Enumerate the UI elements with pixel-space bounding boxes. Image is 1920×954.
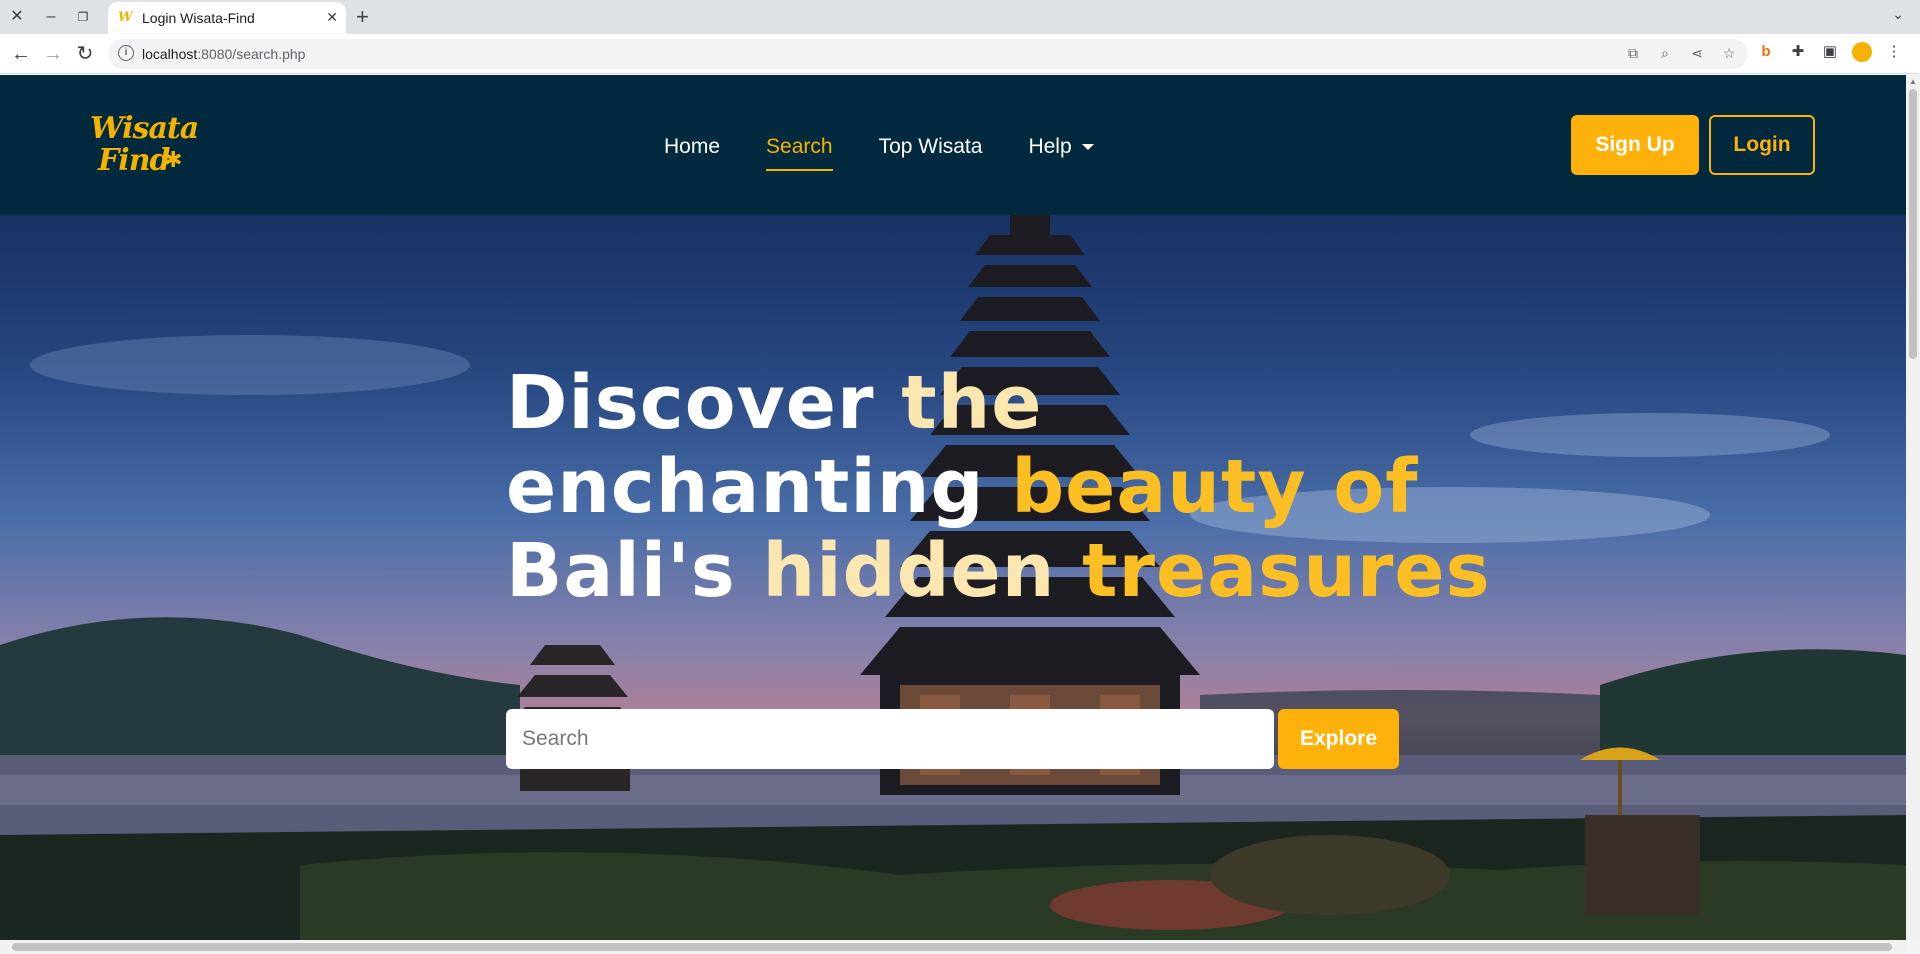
sidebar-icon[interactable]: ▣: [1820, 42, 1840, 62]
scroll-up-icon[interactable]: ▲: [1909, 77, 1917, 86]
back-icon[interactable]: ←: [9, 42, 33, 66]
hero-headline: Discover the enchanting beauty of Bali's…: [506, 360, 1491, 614]
browser-toolbar: ← → ↻ i localhost:8080/search.php ⧉ ⌕ ⋖ …: [0, 34, 1920, 74]
explore-button[interactable]: Explore: [1278, 709, 1399, 769]
puzzle-icon[interactable]: ✚: [1788, 42, 1808, 62]
translate-icon[interactable]: ⧉: [1624, 44, 1642, 62]
vertical-scrollbar[interactable]: ▲: [1906, 75, 1920, 940]
star-icon[interactable]: ☆: [1720, 44, 1738, 62]
zoom-icon[interactable]: ⌕: [1656, 44, 1674, 62]
restore-icon[interactable]: ❐: [72, 6, 94, 28]
nav-search[interactable]: Search: [766, 131, 833, 171]
share-icon[interactable]: ⋖: [1688, 44, 1706, 62]
forward-icon[interactable]: →: [41, 42, 65, 66]
favicon-icon: W: [118, 10, 133, 25]
chevron-down-icon[interactable]: ⌄: [1892, 6, 1904, 23]
vertical-scroll-thumb[interactable]: [1909, 89, 1917, 359]
address-bar[interactable]: i localhost:8080/search.php ⧉ ⌕ ⋖ ☆: [108, 39, 1748, 69]
caret-down-icon: [1081, 144, 1094, 151]
logo-text-find: Find: [98, 143, 170, 178]
main-menu: Home Search Top Wisata Help: [664, 131, 1094, 171]
site-logo[interactable]: Wisata Find ✱: [88, 111, 208, 181]
search-input[interactable]: [506, 709, 1274, 769]
nav-help[interactable]: Help: [1028, 131, 1094, 163]
extension-icon[interactable]: b: [1756, 42, 1776, 62]
logo-text-wisata: Wisata: [90, 111, 199, 146]
browser-tab-bar: ✕ – ❐ W Login Wisata-Find ✕ + ⌄: [0, 0, 1920, 34]
site-navbar: Wisata Find ✱ Home Search Top Wisata Hel…: [0, 75, 1906, 215]
info-icon[interactable]: i: [118, 45, 134, 61]
browser-tab[interactable]: W Login Wisata-Find ✕: [108, 2, 346, 34]
minimize-icon[interactable]: –: [40, 6, 62, 28]
url-text[interactable]: localhost:8080/search.php: [142, 46, 305, 62]
headline-line-1: Discover the: [506, 360, 1043, 446]
headline-line-2: enchanting beauty of: [506, 444, 1419, 530]
hero-section: Discover the enchanting beauty of Bali's…: [0, 215, 1906, 940]
nav-home[interactable]: Home: [664, 131, 720, 163]
new-tab-icon[interactable]: +: [356, 4, 369, 30]
palm-tree-icon: ✱: [164, 147, 183, 172]
nav-help-label: Help: [1028, 135, 1072, 158]
login-button[interactable]: Login: [1709, 115, 1815, 175]
signup-button[interactable]: Sign Up: [1571, 115, 1699, 175]
nav-top-wisata[interactable]: Top Wisata: [879, 131, 983, 163]
profile-icon[interactable]: [1852, 42, 1872, 62]
tab-title: Login Wisata-Find: [142, 10, 255, 26]
headline-line-3: Bali's hidden treasures: [506, 528, 1491, 614]
horizontal-scroll-thumb[interactable]: [12, 943, 1892, 951]
reload-icon[interactable]: ↻: [73, 42, 97, 66]
close-window-icon[interactable]: ✕: [6, 6, 28, 28]
page-viewport: Wisata Find ✱ Home Search Top Wisata Hel…: [0, 75, 1906, 940]
tab-close-icon[interactable]: ✕: [326, 9, 338, 26]
horizontal-scrollbar[interactable]: [0, 940, 1906, 954]
more-icon[interactable]: ⋮: [1884, 42, 1904, 62]
